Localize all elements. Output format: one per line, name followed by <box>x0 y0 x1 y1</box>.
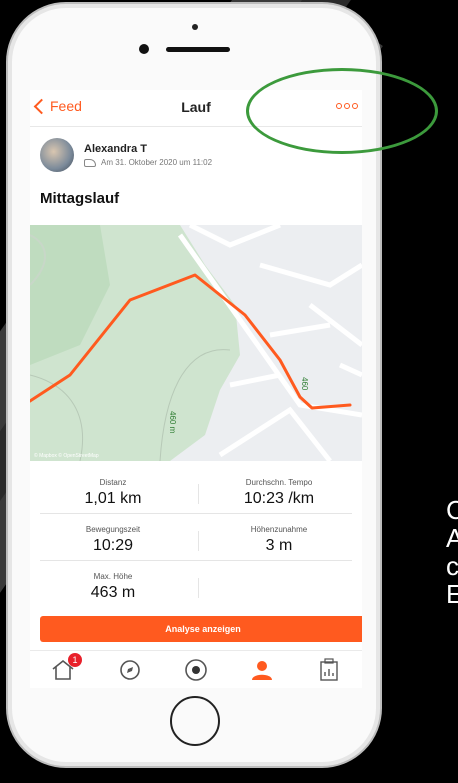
activity-title: Mittagslauf <box>40 190 120 207</box>
shoe-icon <box>84 158 96 167</box>
activity-date-text: Am 31. Oktober 2020 um 11:02 <box>101 158 213 167</box>
stat-value: 10:23 /km <box>243 490 315 507</box>
side-caption: C A c E <box>446 495 458 609</box>
divider <box>198 578 199 598</box>
screen: Feed Lauf Alexandra T Am 31. Oktober 202… <box>30 90 362 688</box>
stat-elevation-gain: Höhenzunahme 3 m <box>196 525 362 555</box>
stat-distance: Distanz 1,01 km <box>30 478 196 508</box>
map-graphic: 460 460 m © Mapbox © OpenStreetMap <box>30 225 362 461</box>
divider <box>40 560 352 561</box>
stat-max-elevation: Max. Höhe 463 m <box>30 572 196 602</box>
tab-explore[interactable] <box>96 651 162 688</box>
home-button[interactable] <box>170 696 220 746</box>
highlight-circle <box>246 68 438 154</box>
user-header: Alexandra T Am 31. Oktober 2020 um 11:02 <box>40 138 212 172</box>
tab-home[interactable]: 1 <box>30 651 96 688</box>
stat-label: Max. Höhe <box>93 572 133 581</box>
tab-profile[interactable] <box>229 651 295 688</box>
stat-label: Distanz <box>99 478 127 487</box>
avatar[interactable] <box>40 138 74 172</box>
user-name[interactable]: Alexandra T <box>84 143 212 155</box>
map-attribution: © Mapbox © OpenStreetMap <box>34 452 99 459</box>
stats-icon <box>320 658 338 681</box>
stat-value: 3 m <box>265 537 293 554</box>
activity-date: Am 31. Oktober 2020 um 11:02 <box>84 158 212 167</box>
speaker <box>166 47 230 52</box>
stat-moving-time: Bewegungszeit 10:29 <box>30 525 196 555</box>
notification-badge: 1 <box>68 653 82 667</box>
tab-bar: 1 <box>30 650 362 688</box>
front-camera-dot <box>192 24 198 30</box>
compass-icon <box>119 660 140 680</box>
stat-label: Bewegungszeit <box>85 525 141 534</box>
stat-label: Durchschn. Tempo <box>245 478 313 487</box>
stat-value: 1,01 km <box>84 490 142 507</box>
show-analysis-button[interactable]: Analyse anzeigen <box>40 616 362 642</box>
tab-stats[interactable] <box>296 651 362 688</box>
route-map[interactable]: 460 460 m © Mapbox © OpenStreetMap <box>30 225 362 461</box>
record-icon <box>185 659 207 681</box>
contour-label-1: 460 <box>300 377 309 391</box>
stat-pace: Durchschn. Tempo 10:23 /km <box>196 478 362 508</box>
stat-value: 463 m <box>90 584 136 601</box>
stat-label: Höhenzunahme <box>250 525 308 534</box>
stat-value: 10:29 <box>92 537 134 554</box>
tab-record[interactable] <box>163 651 229 688</box>
contour-label-2: 460 m <box>168 411 177 434</box>
profile-icon <box>252 661 273 680</box>
divider <box>40 513 352 514</box>
camera <box>139 44 149 54</box>
